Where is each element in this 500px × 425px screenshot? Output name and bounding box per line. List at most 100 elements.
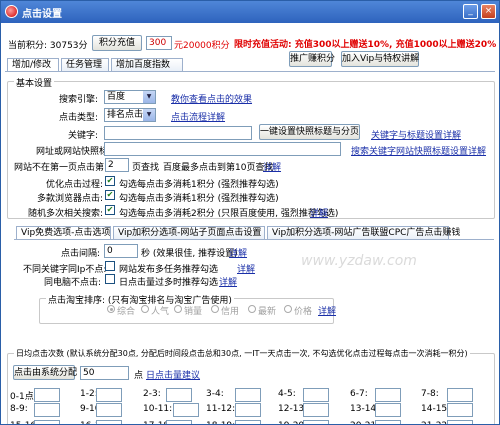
- taobao-sort-title: 点击淘宝排序: (只有淘宝排名与淘宝广告使用): [46, 293, 234, 306]
- engine-help-link[interactable]: 教你查看点击的效果: [171, 92, 252, 105]
- hour-slot-input[interactable]: [447, 420, 473, 424]
- sort-radio-0[interactable]: [107, 305, 115, 313]
- allocate-help-link[interactable]: 日点击量建议: [146, 368, 200, 381]
- engine-label: 搜索引擎:: [59, 95, 99, 105]
- dialog-window: 点击设置 _ × 当前积分: 30753分 积分充值 300 元20000积分 …: [0, 0, 500, 425]
- ip-help-link[interactable]: 详解: [237, 262, 255, 275]
- pages-suffix: 页查找: [132, 163, 160, 173]
- keyword-input[interactable]: [104, 126, 252, 140]
- pc-help-link[interactable]: 详解: [219, 275, 237, 288]
- sort-radio-3[interactable]: [211, 305, 219, 313]
- title-help-link[interactable]: 搜索关键字网站快照标题设置详解: [351, 144, 486, 157]
- hour-slot-label: 11-12:: [206, 404, 236, 414]
- hour-slot-input[interactable]: [34, 420, 60, 424]
- interval-input[interactable]: 0: [104, 244, 138, 258]
- close-button[interactable]: ×: [481, 4, 496, 19]
- pc-checkbox[interactable]: [105, 274, 115, 284]
- amount-unit: 元20000积分: [174, 41, 230, 51]
- opt2-checkbox[interactable]: ✔: [105, 190, 115, 200]
- hour-slot-input[interactable]: [96, 388, 122, 402]
- minimize-button[interactable]: _: [463, 4, 478, 19]
- ip-label: 不同关键字同Ip不点:: [23, 265, 107, 275]
- hour-slot-input[interactable]: [166, 388, 192, 402]
- title-input[interactable]: [104, 142, 341, 156]
- tab-vip-cpc[interactable]: Vip加积分选项-网站广告联盟CPC广告点击赚钱: [267, 226, 460, 239]
- vip-tab-divider: [14, 239, 494, 240]
- system-allocate-button[interactable]: 点击由系统分配: [13, 365, 77, 380]
- sort-option-1: 人气: [151, 307, 170, 317]
- keyword-help-link[interactable]: 关键字与标题设置详解: [371, 128, 461, 141]
- watermark-text: www.yzdaw.com: [301, 253, 417, 269]
- allocate-unit: 点: [134, 371, 144, 381]
- hour-slot-label: 18-19:: [206, 421, 235, 424]
- keyword-setup-button[interactable]: 一键设置快照标题与分页: [259, 124, 360, 140]
- tab-add-edit[interactable]: 增加/修改: [7, 58, 59, 72]
- tab-baidu-index[interactable]: 增加百度指数: [111, 58, 183, 71]
- pages-help-link[interactable]: 详解: [263, 160, 281, 173]
- opt1-checkbox[interactable]: ✔: [105, 176, 115, 186]
- sort-radio-5[interactable]: [284, 305, 292, 313]
- hour-slot-input[interactable]: [447, 388, 473, 402]
- hour-slot-input[interactable]: [96, 403, 122, 417]
- allocate-input[interactable]: 50: [80, 366, 129, 380]
- interval-suffix: 秒 (效果很佳, 推荐设置): [141, 249, 238, 259]
- hour-slot-label: 7-8:: [421, 389, 439, 399]
- opt2-text: 勾选每点击多消耗1积分 (强烈推荐勾选): [119, 194, 279, 204]
- sort-help-link[interactable]: 详解: [318, 304, 336, 317]
- title-bar[interactable]: 点击设置 _ ×: [1, 1, 499, 23]
- hour-slot-input[interactable]: [34, 403, 60, 417]
- hour-slot-input[interactable]: [303, 420, 329, 424]
- sort-radio-2[interactable]: [174, 305, 182, 313]
- hour-slot-label: 2-3:: [143, 389, 161, 399]
- type-select[interactable]: 排名点击 ▼: [104, 108, 156, 122]
- hour-slot-input[interactable]: [375, 403, 401, 417]
- hour-slot-input[interactable]: [166, 420, 192, 424]
- opt3-help-link[interactable]: 详解: [310, 206, 328, 219]
- sort-radio-4[interactable]: [248, 305, 256, 313]
- hour-slot-label: 6-7:: [350, 389, 368, 399]
- ip-checkbox[interactable]: [105, 261, 115, 271]
- hour-slot-input[interactable]: [303, 388, 329, 402]
- engine-select[interactable]: 百度 ▼: [104, 90, 156, 104]
- opt2-label: 多款浏览器点击:: [37, 194, 104, 204]
- hour-slot-label: 21-22:: [421, 421, 450, 424]
- hour-slot-input[interactable]: [447, 403, 473, 417]
- type-help-link[interactable]: 点击流程详解: [171, 110, 225, 123]
- earn-points-button[interactable]: 推广赚积分: [289, 51, 335, 67]
- sort-radio-1[interactable]: [141, 305, 149, 313]
- tab-vip-free[interactable]: Vip免费选项-点击选项: [16, 226, 111, 240]
- hour-slot-input[interactable]: [96, 420, 122, 424]
- hour-slot-input[interactable]: [375, 388, 401, 402]
- app-icon: [5, 5, 18, 18]
- pc-text: 日点击量过多时推荐勾选: [119, 278, 219, 288]
- opt1-text: 勾选每点击多消耗1积分 (强烈推荐勾选): [119, 180, 279, 190]
- hour-slot-label: 10-11:: [143, 404, 173, 414]
- opt3-checkbox[interactable]: ✔: [105, 205, 115, 215]
- interval-help-link[interactable]: 详解: [229, 246, 247, 259]
- amount-input[interactable]: 300: [146, 36, 172, 50]
- hour-slot-input[interactable]: [34, 388, 60, 402]
- hour-slot-input[interactable]: [303, 403, 329, 417]
- hour-slot-input[interactable]: [235, 403, 261, 417]
- sort-option-3: 信用: [221, 307, 240, 317]
- tab-vip-subpage[interactable]: Vip加积分选项-网站子页面点击设置: [113, 226, 265, 239]
- vip-info-button[interactable]: 加入Vip与特权讲解: [341, 51, 419, 67]
- promo-text: 限时充值活动: 充值300以上赠送10%, 充值1000以上赠送20%: [234, 40, 497, 50]
- hour-slot-input[interactable]: [235, 420, 261, 424]
- opt3-text: 勾选每点击多消耗2积分 (只限百度使用, 强烈推荐勾选): [119, 209, 339, 219]
- opt3-label: 随机多次相关搜索:: [28, 209, 104, 219]
- engine-select-value: 百度: [107, 92, 126, 102]
- recharge-button[interactable]: 积分充值: [92, 35, 142, 51]
- hour-slot-input[interactable]: [235, 388, 261, 402]
- hour-slot-label: 14-15:: [421, 404, 451, 414]
- hour-slot-input[interactable]: [173, 403, 199, 417]
- hour-slot-input[interactable]: [375, 420, 401, 424]
- hour-slot-label: 4-5:: [278, 389, 296, 399]
- basic-settings-title: 基本设置: [14, 76, 55, 89]
- type-select-value: 排名点击: [107, 110, 144, 120]
- pages-input[interactable]: 2: [105, 158, 129, 172]
- interval-label: 点击间隔:: [61, 249, 101, 259]
- sort-option-0: 综合: [117, 307, 136, 317]
- chevron-down-icon: ▼: [143, 91, 155, 103]
- tab-task-manage[interactable]: 任务管理: [61, 58, 109, 71]
